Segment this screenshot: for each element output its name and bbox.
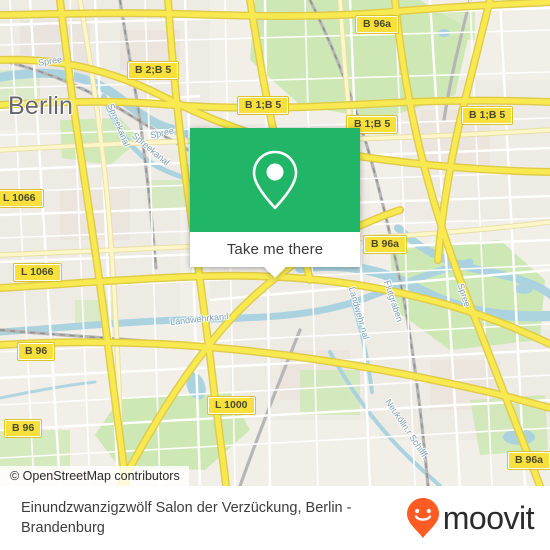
location-popup-card[interactable]: Take me there — [190, 128, 360, 278]
footer-bar: Einundzwanzigzwölf Salon der Verzückung,… — [0, 486, 550, 550]
road-shield: B 96a — [362, 235, 408, 254]
location-title: Einundzwanzigzwölf Salon der Verzückung,… — [21, 500, 352, 536]
road-shield: B 96 — [16, 342, 56, 361]
popup-header — [190, 128, 360, 232]
road-shield: L 1000 — [207, 396, 256, 415]
moovit-logo[interactable]: moovit — [406, 497, 550, 539]
osm-attribution[interactable]: © OpenStreetMap contributors — [0, 466, 189, 486]
take-me-there-label: Take me there — [226, 241, 324, 258]
moovit-wordmark: moovit — [442, 500, 535, 536]
road-shield: B 96a — [354, 15, 400, 34]
popup-pointer-tail — [264, 267, 286, 278]
road-shield: B 2;B 5 — [126, 61, 180, 80]
road-shield: L 1066 — [13, 263, 62, 282]
road-shield: B 96a — [506, 451, 550, 470]
map-pin-icon — [252, 150, 298, 210]
road-shield: L 1066 — [0, 189, 44, 208]
popup-action-bar[interactable]: Take me there — [190, 232, 360, 278]
map-canvas[interactable]: Berlin Spree Spree Spreekanal Spreekanal… — [0, 0, 550, 486]
moovit-map-screen: Berlin Spree Spree Spreekanal Spreekanal… — [0, 0, 550, 550]
road-shield: B 1;B 5 — [236, 96, 290, 115]
moovit-smiley-pin-icon — [406, 498, 439, 538]
road-shield: B 96 — [3, 419, 43, 438]
road-shield: B 1;B 5 — [460, 106, 514, 125]
